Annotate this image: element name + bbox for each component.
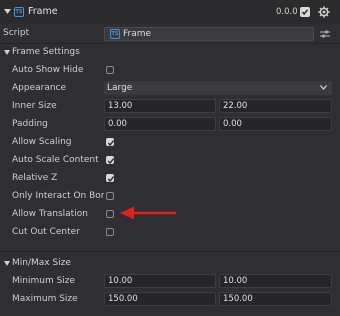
inner-size-x-field[interactable]: 13.00 [104,99,216,113]
script-field[interactable]: TS Frame [104,27,314,41]
component-header[interactable]: TS Frame 0.0.0 [0,0,340,24]
divider [0,251,340,252]
inspector-panel: TS Frame 0.0.0 Script TS Frame Frame Set… [0,0,340,316]
script-row: Script TS Frame [0,24,340,43]
maximum-size-y-field[interactable]: 150.00 [219,292,332,306]
component-version: 0.0.0 [276,7,298,17]
auto-scale-content-label: Auto Scale Content [12,155,99,165]
auto-scale-content-checkbox[interactable] [106,156,115,165]
frame-settings-header[interactable]: Frame Settings [0,45,340,61]
annotation-arrow-icon [120,206,176,220]
padding-y-field[interactable]: 0.00 [219,117,332,131]
minimum-size-x-field[interactable]: 10.00 [104,274,216,288]
minimum-size-y-field[interactable]: 10.00 [219,274,332,288]
collapse-triangle-icon [4,261,10,266]
maximum-size-label: Maximum Size [12,294,78,304]
appearance-value: Large [107,83,133,93]
collapse-triangle-icon [4,50,10,55]
relative-z-label: Relative Z [12,173,58,183]
auto-show-hide-label: Auto Show Hide [12,65,84,75]
cut-out-center-label: Cut Out Center [12,227,80,237]
frame-settings-title: Frame Settings [12,47,80,57]
inner-size-y-field[interactable]: 22.00 [219,99,332,113]
allow-translation-label: Allow Translation [12,209,88,219]
typescript-icon: TS [14,7,24,17]
script-name: Frame [123,29,152,39]
allow-translation-checkbox[interactable] [106,210,114,218]
appearance-label: Appearance [12,83,67,93]
maximum-size-x-field[interactable]: 150.00 [104,292,216,306]
only-interact-on-border-label: Only Interact On Bord [12,191,104,201]
padding-label: Padding [12,119,48,129]
appearance-dropdown[interactable]: Large [104,81,332,95]
collapse-triangle-icon[interactable] [4,8,11,15]
min-max-size-title: Min/Max Size [12,258,71,268]
component-enabled-checkbox[interactable] [300,7,310,17]
script-label: Script [3,28,30,38]
typescript-icon: TS [110,29,120,39]
allow-scaling-checkbox[interactable] [106,138,115,147]
chevron-down-icon [320,85,327,90]
gear-icon[interactable] [318,6,330,18]
auto-show-hide-checkbox[interactable] [106,66,114,74]
padding-x-field[interactable]: 0.00 [104,117,216,131]
inner-size-label: Inner Size [12,101,57,111]
minimum-size-label: Minimum Size [12,276,76,286]
component-title: Frame [28,6,58,17]
min-max-size-header[interactable]: Min/Max Size [0,256,340,272]
allow-scaling-label: Allow Scaling [12,137,72,147]
only-interact-on-border-checkbox[interactable] [106,192,114,200]
divider [0,43,340,44]
relative-z-checkbox[interactable] [106,174,115,183]
cut-out-center-checkbox[interactable] [106,228,114,236]
sliders-icon[interactable] [320,29,330,39]
